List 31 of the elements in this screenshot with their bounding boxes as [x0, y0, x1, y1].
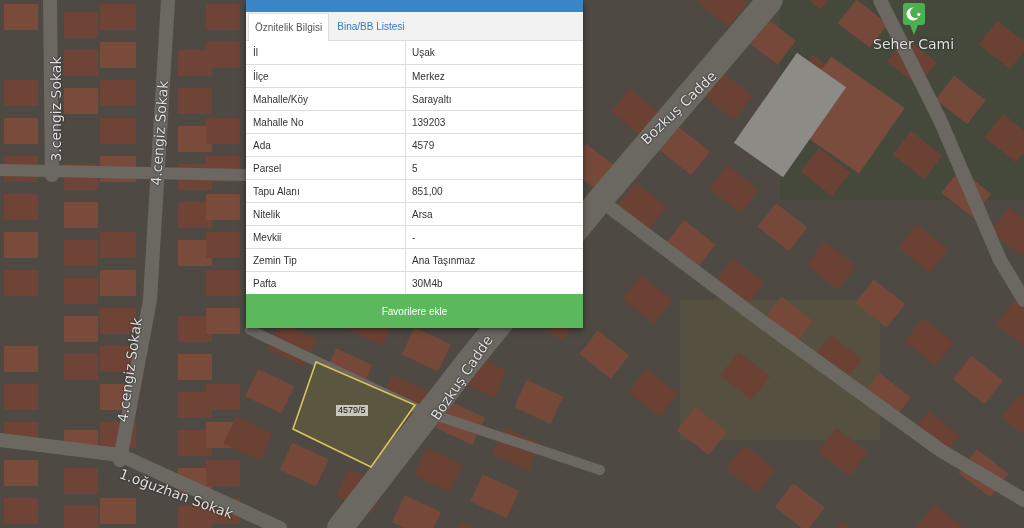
place-label: Seher Cami: [873, 35, 955, 54]
street-label: 3.cengiz Sokak: [46, 56, 65, 162]
attribute-value: Arsa: [405, 203, 583, 225]
tab[interactable]: Bina/BB Listesi: [329, 12, 413, 40]
attribute-value: 5: [405, 157, 583, 179]
parcel-outline[interactable]: [292, 361, 417, 469]
attribute-value: -: [405, 226, 583, 248]
attribute-name: Parsel: [252, 161, 283, 176]
parcel-label: 4579/5: [336, 405, 368, 416]
attribute-name: Pafta: [252, 276, 278, 291]
attribute-value: Sarayaltı: [405, 88, 583, 110]
street-label: 4.cengiz Sokak: [113, 316, 146, 424]
street-label: 4.cengiz Sokak: [146, 79, 173, 187]
add-to-favorites-button[interactable]: Favorilere ekle: [246, 294, 583, 328]
attribute-name: Mevkii: [252, 230, 283, 245]
attribute-value: Ana Taşınmaz: [405, 249, 583, 271]
attribute-value: 4579: [405, 134, 583, 156]
crescent-pin-icon[interactable]: [903, 3, 925, 35]
attribute-name: İl: [252, 45, 259, 60]
attribute-value: Uşak: [405, 41, 583, 64]
attribute-name: İlçe: [252, 69, 270, 84]
attribute-name: Tapu Alanı: [252, 184, 301, 199]
attribute-name: Mahalle No: [252, 115, 305, 130]
attribute-name: Ada: [252, 138, 272, 153]
attribute-name: Zemin Tip: [252, 253, 298, 268]
attribute-value: Merkez: [405, 65, 583, 87]
attribute-value: 851,00: [405, 180, 583, 202]
tab[interactable]: Öznitelik Bilgisi: [248, 13, 330, 41]
attribute-name: Mahalle/Köy: [252, 92, 310, 107]
attribute-value: 139203: [405, 111, 583, 133]
attribute-name: Nitelik: [252, 207, 282, 222]
